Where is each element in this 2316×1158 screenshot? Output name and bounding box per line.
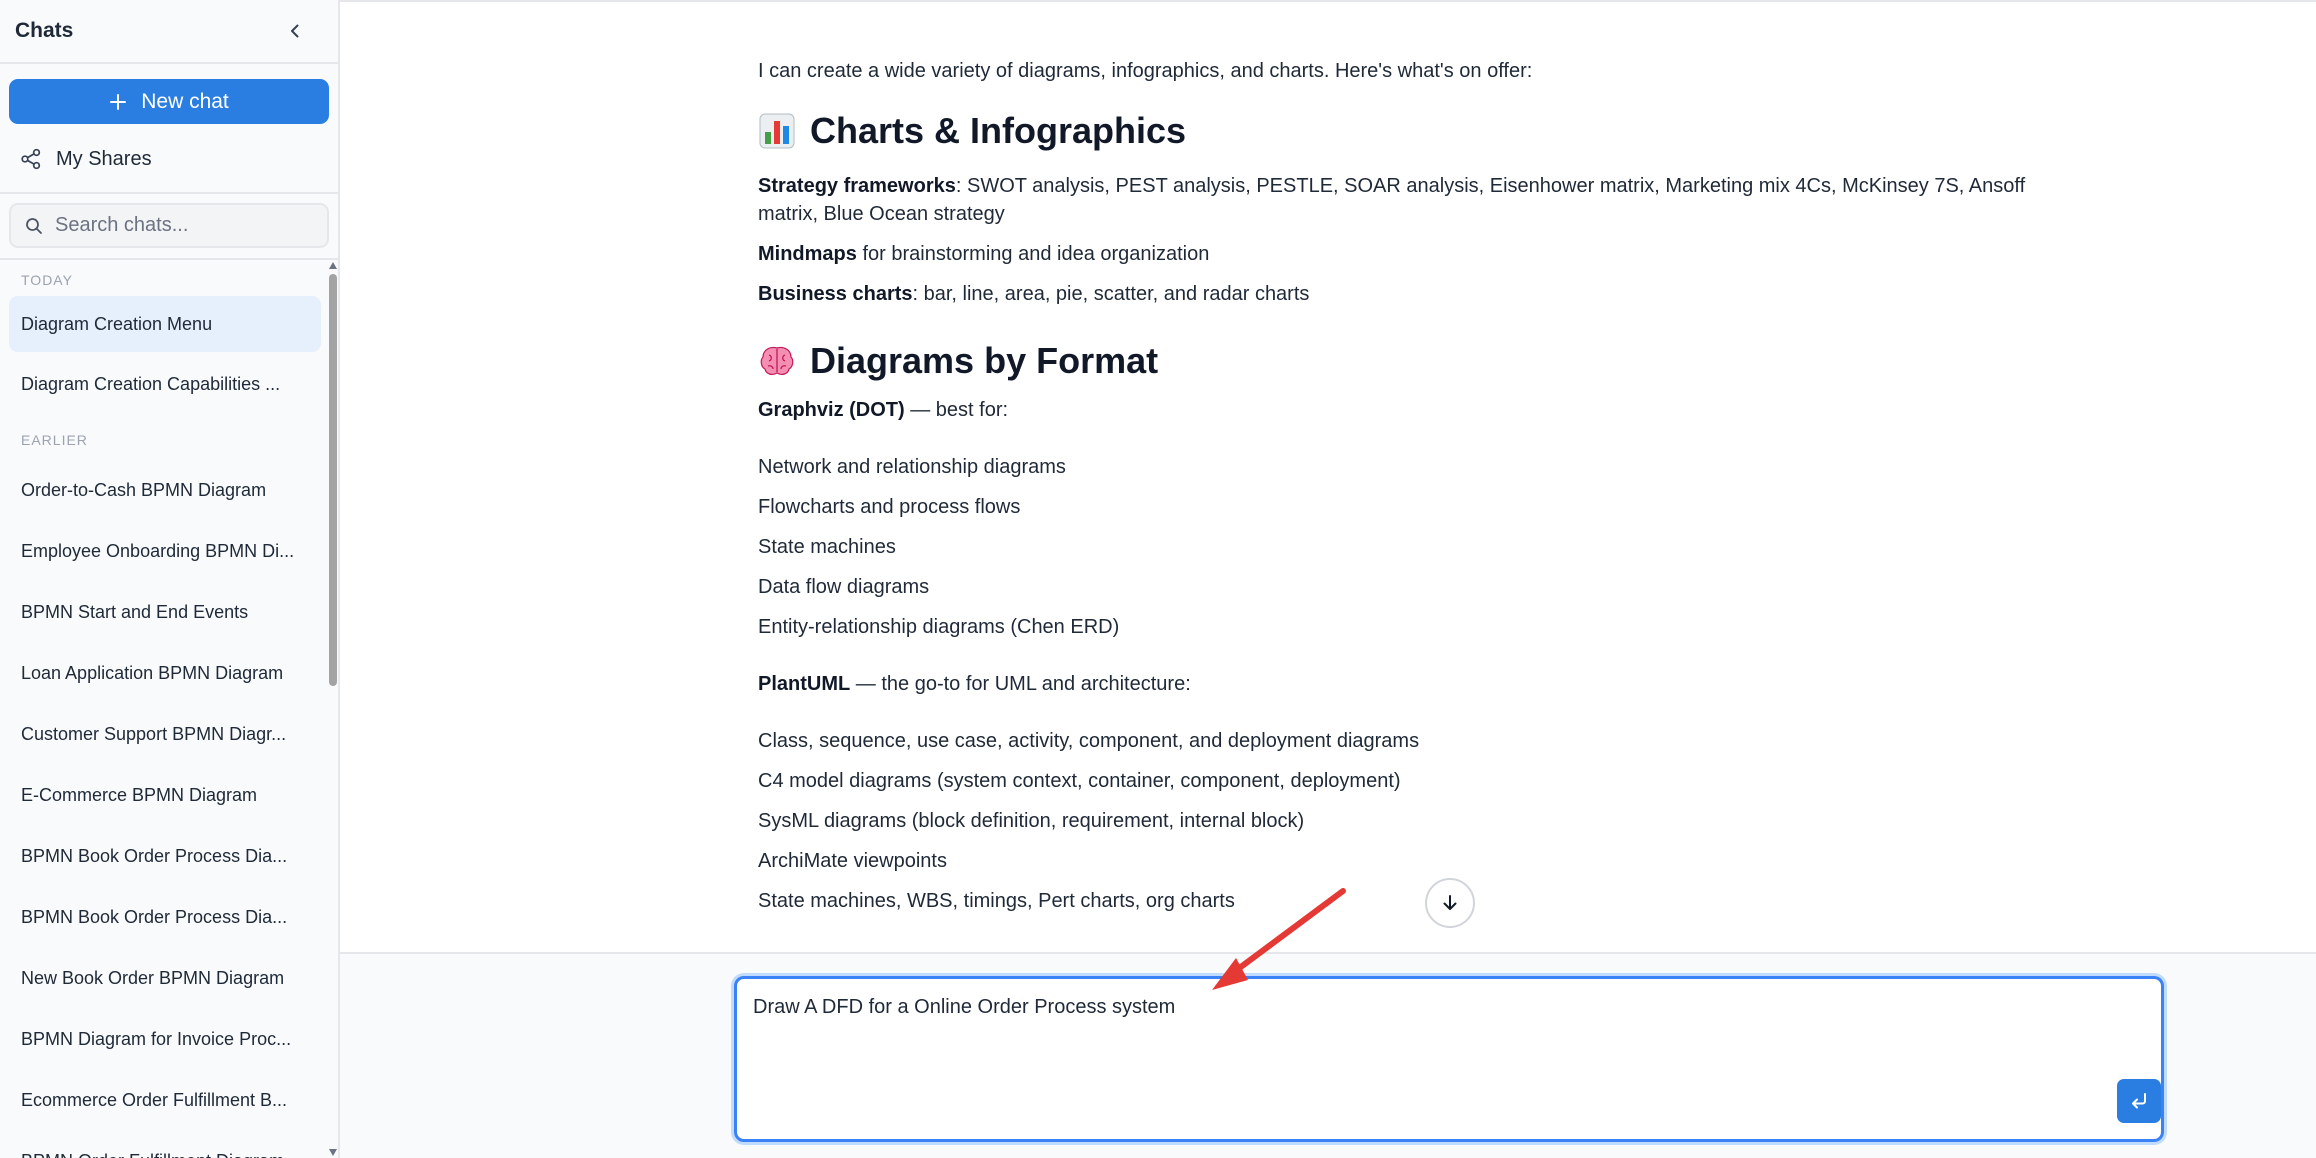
chat-item[interactable]: BPMN Start and End Events	[9, 582, 321, 643]
chat-item[interactable]: BPMN Diagram for Invoice Proc...	[9, 1009, 321, 1070]
sidebar-title: Chats	[15, 19, 74, 42]
list-item: State machines	[758, 536, 896, 558]
new-chat-label: New chat	[141, 89, 229, 113]
list-item: Flowcharts and process flows	[758, 496, 1021, 518]
list-item: State machines, WBS, timings, Pert chart…	[758, 890, 1235, 912]
bold-term: Graphviz (DOT)	[758, 399, 905, 421]
bold-term: PlantUML	[758, 673, 851, 695]
list-item: ArchiMate viewpoints	[758, 850, 947, 872]
chat-item[interactable]: Ecommerce Order Fulfillment B...	[9, 1070, 321, 1131]
line-text: : bar, line, area, pie, scatter, and rad…	[912, 283, 1310, 305]
group-label-today: TODAY	[21, 272, 73, 288]
new-chat-button[interactable]: New chat	[9, 79, 329, 124]
collapse-sidebar-button[interactable]	[280, 16, 310, 46]
search-icon	[26, 217, 42, 234]
line-text: — best for:	[904, 399, 1009, 421]
list-item: Entity-relationship diagrams (Chen ERD)	[758, 616, 1120, 638]
search-input[interactable]	[55, 214, 315, 237]
list-item: C4 model diagrams (system context, conta…	[758, 770, 1401, 792]
chat-item[interactable]: Diagram Creation Menu	[9, 296, 321, 352]
chat-list: TODAY Diagram Creation Menu Diagram Crea…	[0, 262, 330, 1158]
bold-term: Mindmaps	[758, 243, 857, 265]
chat-item[interactable]: BPMN Book Order Process Dia...	[9, 826, 321, 887]
chat-item[interactable]: E-Commerce BPMN Diagram	[9, 765, 321, 826]
scroll-to-bottom-button[interactable]	[1425, 878, 1475, 928]
composer-area: Draw A DFD for a Online Order Process sy…	[340, 952, 2316, 1158]
mindmaps-line: Mindmaps for brainstorming and idea orga…	[758, 240, 1209, 268]
bar-chart-emoji-icon	[759, 113, 795, 149]
bold-term: Strategy frameworks	[758, 175, 956, 197]
chat-item[interactable]: Diagram Creation Capabilities ...	[9, 356, 321, 412]
bold-term: Business charts	[758, 283, 913, 305]
brain-emoji-icon	[760, 346, 794, 375]
message-input[interactable]: Draw A DFD for a Online Order Process sy…	[753, 993, 2093, 1093]
sidebar-header: Chats	[0, 0, 338, 64]
chat-item[interactable]: New Book Order BPMN Diagram	[9, 948, 321, 1009]
sidebar-scrollbar[interactable]	[328, 262, 338, 1158]
business-charts-line: Business charts: bar, line, area, pie, s…	[758, 280, 1309, 308]
section-heading-text: Charts & Infographics	[810, 110, 1187, 151]
share-icon	[21, 148, 41, 170]
scroll-thumb[interactable]	[329, 274, 337, 686]
plantuml-intro: PlantUML — the go-to for UML and archite…	[758, 670, 1191, 698]
sidebar: Chats New chat My Shares TODAY	[0, 0, 340, 1158]
section-heading: Diagrams by Format	[758, 340, 1158, 382]
chat-item[interactable]: Loan Application BPMN Diagram	[9, 643, 321, 704]
list-item: SysML diagrams (block definition, requir…	[758, 810, 1305, 832]
my-shares-label: My Shares	[56, 147, 152, 170]
section-heading: Charts & Infographics	[758, 110, 1186, 152]
plus-icon	[110, 93, 127, 110]
my-shares-link[interactable]: My Shares	[20, 142, 152, 176]
line-text: for brainstorming and idea organization	[856, 243, 1210, 265]
scroll-down-arrow-icon[interactable]	[329, 1149, 337, 1156]
chat-item[interactable]: BPMN Order Fulfillment Diagram	[9, 1131, 321, 1158]
intro-text: I can create a wide variety of diagrams,…	[758, 60, 1533, 82]
chat-main: I can create a wide variety of diagrams,…	[340, 0, 2316, 1158]
chat-item[interactable]: BPMN Book Order Process Dia...	[9, 887, 321, 948]
sidebar-divider	[0, 192, 338, 194]
message-composer[interactable]: Draw A DFD for a Online Order Process sy…	[734, 976, 2164, 1142]
scroll-up-arrow-icon[interactable]	[329, 262, 337, 269]
send-button[interactable]	[2117, 1079, 2161, 1123]
group-label-earlier: EARLIER	[21, 432, 88, 448]
list-item: Class, sequence, use case, activity, com…	[758, 730, 1420, 752]
list-item: Network and relationship diagrams	[758, 456, 1066, 478]
arrow-down-icon	[1443, 895, 1457, 910]
strategy-frameworks-line: Strategy frameworks: SWOT analysis, PEST…	[758, 172, 2048, 228]
chevron-left-icon	[291, 24, 299, 38]
sidebar-divider	[0, 258, 338, 260]
list-item: Data flow diagrams	[758, 576, 930, 598]
graphviz-intro: Graphviz (DOT) — best for:	[758, 396, 1008, 424]
enter-icon	[2132, 1093, 2146, 1109]
assistant-message: I can create a wide variety of diagrams,…	[758, 2, 2058, 952]
chat-item[interactable]: Employee Onboarding BPMN Di...	[9, 521, 321, 582]
search-box[interactable]	[9, 203, 329, 248]
section-heading-text: Diagrams by Format	[810, 340, 1159, 381]
line-text: — the go-to for UML and architecture:	[850, 673, 1191, 695]
chat-item[interactable]: Order-to-Cash BPMN Diagram	[9, 460, 321, 521]
chat-item[interactable]: Customer Support BPMN Diagr...	[9, 704, 321, 765]
